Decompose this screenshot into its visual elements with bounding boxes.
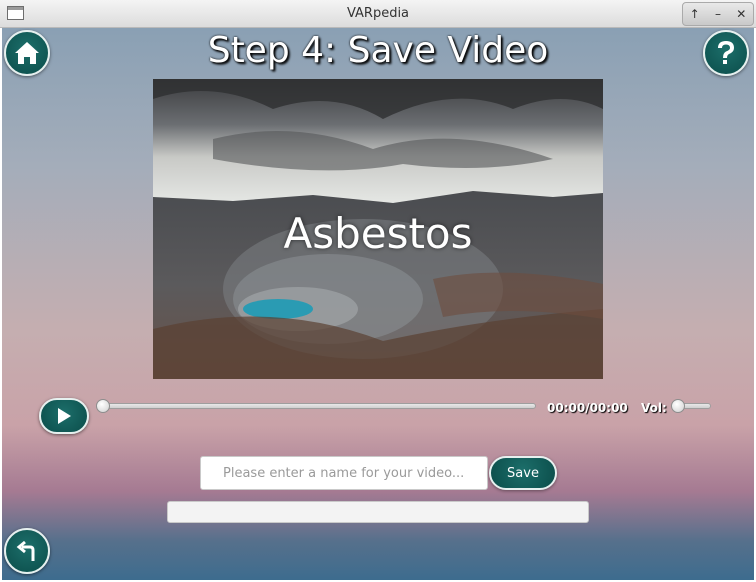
progress-bar bbox=[167, 501, 589, 523]
video-name-input[interactable] bbox=[200, 456, 488, 490]
app-body: Step 4: Save Video Asbestos 00:00/00:00 … bbox=[2, 28, 754, 580]
page-title: Step 4: Save Video bbox=[207, 30, 549, 71]
seek-slider[interactable] bbox=[102, 403, 536, 409]
close-icon[interactable]: ✕ bbox=[731, 4, 751, 24]
window-title: VARpedia bbox=[346, 6, 410, 21]
question-mark-icon bbox=[718, 41, 734, 64]
video-caption: Asbestos bbox=[283, 209, 473, 258]
maximize-icon[interactable]: ↑ bbox=[685, 4, 705, 24]
time-display: 00:00/00:00 bbox=[547, 401, 628, 415]
minimize-icon[interactable]: – bbox=[708, 4, 728, 24]
volume-slider-thumb[interactable] bbox=[671, 399, 685, 413]
back-arrow-icon bbox=[16, 540, 35, 561]
help-button[interactable] bbox=[703, 30, 749, 76]
volume-label: Vol: bbox=[641, 401, 667, 415]
back-button[interactable] bbox=[4, 528, 50, 574]
seek-slider-thumb[interactable] bbox=[96, 399, 110, 413]
video-preview: Asbestos bbox=[153, 79, 603, 379]
play-button[interactable] bbox=[39, 398, 89, 434]
window-controls: ↑ – ✕ bbox=[682, 2, 754, 26]
play-icon bbox=[58, 408, 71, 424]
save-button[interactable]: Save bbox=[489, 456, 557, 490]
window-titlebar: VARpedia ↑ – ✕ bbox=[0, 0, 756, 28]
